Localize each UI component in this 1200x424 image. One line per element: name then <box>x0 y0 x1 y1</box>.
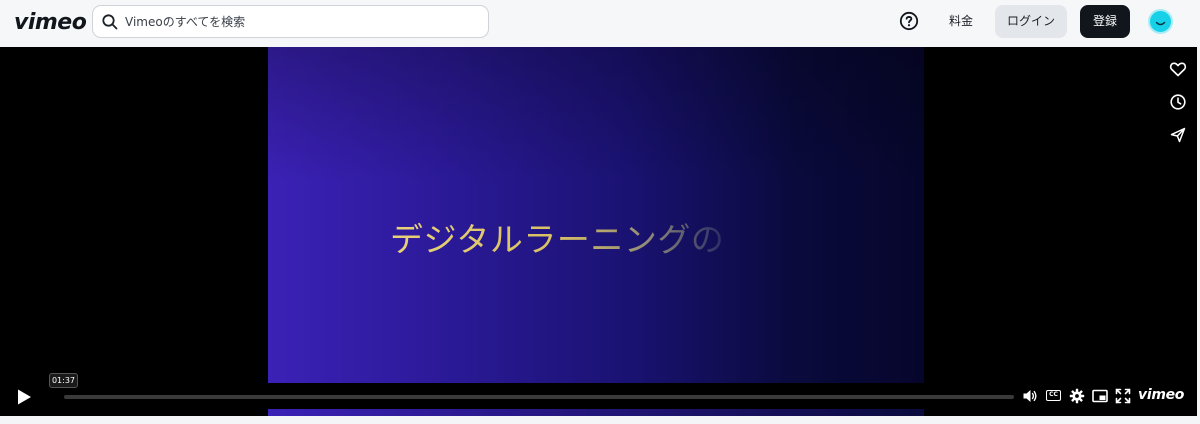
vimeo-logo[interactable]: vimeo <box>14 10 87 35</box>
settings-icon[interactable] <box>1069 388 1085 404</box>
send-icon[interactable] <box>1168 125 1188 145</box>
slide-title: デジタルラーニングの <box>390 213 724 261</box>
top-navigation: vimeo 料金 ログイン 登録 <box>0 0 1200 47</box>
search-icon <box>102 14 118 30</box>
volume-icon[interactable] <box>1022 388 1038 404</box>
pricing-link[interactable]: 料金 <box>942 5 980 38</box>
pip-icon[interactable] <box>1092 388 1108 404</box>
vimeo-player-logo[interactable]: vimeo <box>1138 387 1184 403</box>
smile-icon <box>1155 21 1166 26</box>
search-input[interactable] <box>125 10 475 34</box>
clock-icon[interactable] <box>1168 92 1188 112</box>
side-actions <box>1168 59 1190 158</box>
video-player[interactable]: デジタルラーニングの 01:37 CC vimeo <box>0 47 1197 416</box>
time-tooltip: 01:37 <box>49 373 78 388</box>
video-frame-bottom <box>268 409 924 416</box>
avatar[interactable] <box>1148 9 1173 34</box>
progress-bar[interactable] <box>64 395 1014 399</box>
search-box[interactable] <box>92 5 489 38</box>
signup-button[interactable]: 登録 <box>1080 5 1130 38</box>
help-icon[interactable] <box>899 11 919 31</box>
cc-icon[interactable]: CC <box>1046 390 1061 401</box>
fullscreen-icon[interactable] <box>1115 388 1131 404</box>
play-icon[interactable] <box>15 388 33 406</box>
login-button[interactable]: ログイン <box>995 5 1067 38</box>
heart-icon[interactable] <box>1168 59 1188 79</box>
